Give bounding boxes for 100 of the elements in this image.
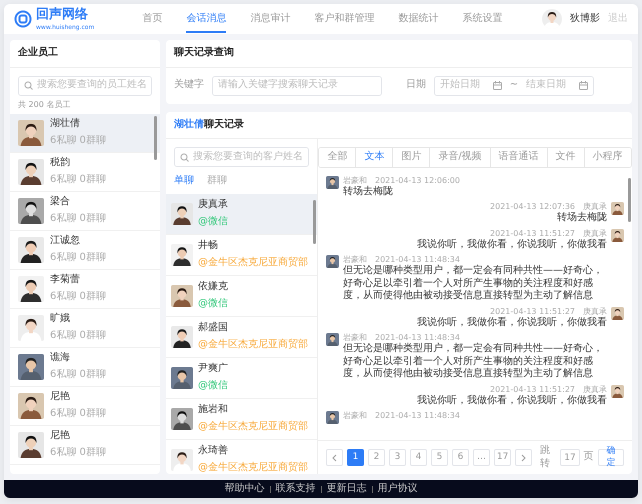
message-text: 我说你听，我做你看，你说我听，你做我看	[417, 316, 607, 329]
scrollbar-thumb[interactable]	[628, 178, 631, 222]
sender-name: 岩豪和	[343, 176, 367, 186]
employee-name: 梁合	[50, 196, 71, 208]
message-time: 2021-04-13 11:51:27	[490, 228, 575, 238]
customer-name: 依嫌克	[198, 281, 228, 294]
employee-item[interactable]: 旷娥 6私聊 0群聊	[10, 308, 160, 348]
page-button[interactable]: …	[473, 449, 490, 466]
page-button[interactable]: 5	[431, 449, 448, 466]
sender-name: 岩豪和	[343, 255, 367, 265]
page-button[interactable]: 2	[368, 449, 385, 466]
sender-name: 岩豪和	[343, 411, 367, 421]
user-name: 狄博影	[570, 12, 600, 26]
message-text: 转场去梅陇	[343, 186, 394, 198]
date-input[interactable]: 开始日期	[440, 79, 489, 92]
employee-item[interactable]: 谯海 6私聊 0群聊	[10, 348, 160, 386]
nav-tab[interactable]: 首页	[142, 4, 162, 34]
logo-icon	[14, 10, 32, 28]
page-button[interactable]: 4	[410, 449, 427, 466]
customer-tag: @金牛区杰克尼亚商贸部	[198, 256, 308, 269]
customer-item[interactable]: 郝盛国 @金牛区杰克尼亚商贸部	[166, 316, 317, 358]
employee-item[interactable]: 江诚忽 6私聊 0群聊	[10, 230, 160, 270]
panel-title: 聊天记录查询	[166, 40, 632, 68]
next-page-button[interactable]	[515, 449, 532, 466]
employee-name: 江诚忽	[50, 235, 81, 248]
date-input[interactable]: 结束日期	[526, 79, 575, 92]
page-button[interactable]: 17	[494, 449, 512, 466]
page-button[interactable]: 6	[452, 449, 469, 466]
customer-tag: @微信	[198, 298, 228, 310]
chat-type-tab[interactable]: 单聊	[174, 175, 199, 190]
employee-name: 湖壮倩	[50, 118, 81, 130]
customer-tag: @微信	[198, 380, 228, 392]
message-text: 但无论是哪种类型用户，都一定会有同种共性——好奇心，好奇心足以牵引着一个人对所产生事物的关注程度和好感度，从而使得他由被动接受信息直接转型为主动了解信息	[343, 265, 604, 302]
previous-page-button[interactable]	[326, 449, 343, 466]
message-text: 我说你听，我做你看，你说我听，你做我看	[417, 394, 607, 407]
employee-stats: 6私聊 0群聊	[50, 174, 106, 186]
employee-name: 李菊蕾	[50, 274, 81, 286]
jump-label: 跳转	[540, 445, 552, 470]
sender-name: 庚真承	[583, 228, 607, 238]
panel-title: 企业员工	[10, 40, 160, 68]
page-unit-label: 页	[584, 451, 594, 464]
date-label: 日期	[406, 79, 426, 92]
footer-link[interactable]: 帮助中心	[224, 484, 264, 494]
message-text: 转场去梅陇	[557, 212, 607, 224]
employee-item[interactable]: 税韵 6私聊 0群聊	[10, 152, 160, 192]
search-icon	[180, 152, 189, 162]
scrollbar-thumb[interactable]	[154, 116, 157, 160]
range-separator: ~	[508, 79, 520, 92]
keyword-label: 关键字	[174, 79, 204, 92]
chat-type-tab[interactable]: 群聊	[207, 175, 232, 190]
message-time: 2021-04-13 11:48:34	[375, 255, 460, 264]
sender-name: 岩豪和	[343, 333, 367, 343]
panel-title: 湖壮倩聊天记录	[166, 112, 632, 139]
customer-item[interactable]: 施岩和 @金牛区杰克尼亚商贸部	[166, 398, 317, 440]
employee-item[interactable]: 湖壮倩 6私聊 0群聊	[10, 114, 160, 152]
search-icon	[24, 81, 33, 90]
employee-item[interactable]: 李菊蕾 6私聊 0群聊	[10, 270, 160, 308]
page-button[interactable]: 1	[347, 449, 364, 466]
message-type-tab[interactable]: 全部	[319, 148, 356, 166]
employee-name: 旷娥	[50, 313, 71, 326]
employee-name: 尼艳	[50, 430, 71, 442]
logo-name: 回声网络	[36, 8, 89, 20]
nav-tab[interactable]: 客户和群管理	[314, 4, 374, 34]
employee-item[interactable]: 梁合 6私聊 0群聊	[10, 192, 160, 230]
nav-tab[interactable]: 数据统计	[398, 4, 438, 34]
footer-link[interactable]: 用户协议	[378, 484, 418, 494]
customer-item[interactable]: 井畅 @金牛区杰克尼亚商贸部	[166, 234, 317, 276]
chevron-left-icon	[332, 454, 337, 462]
customer-item[interactable]: 依嫌克 @微信	[166, 276, 317, 316]
customer-tag: @微信	[198, 216, 228, 228]
page-input[interactable]: 17	[560, 449, 580, 466]
employee-name: 尼艳	[50, 391, 71, 404]
nav-tab[interactable]: 会话消息	[186, 4, 226, 34]
customer-item[interactable]: 庚真承 @微信	[166, 194, 317, 234]
date-range-field[interactable]: 开始日期 ~ 结束日期	[434, 76, 594, 96]
message-time: 2021-04-13 11:51:27	[490, 306, 575, 316]
employee-stats: 6私聊 0群聊	[50, 134, 106, 147]
scrollbar-thumb[interactable]	[313, 200, 316, 244]
search-field[interactable]: 搜索您要查询的员工姓名	[18, 76, 152, 96]
employee-name: 税韵	[50, 157, 71, 170]
customer-tag: @金牛区杰克尼亚商贸部	[198, 420, 308, 433]
customer-item[interactable]: 尹爽广 @微信	[166, 358, 317, 398]
footer-link[interactable]: 联系支持	[276, 484, 316, 494]
page-button[interactable]: 3	[389, 449, 406, 466]
message-time: 2021-04-13 12:07:36	[490, 202, 575, 212]
customer-tag: @金牛区杰克尼亚商贸部	[198, 338, 308, 351]
message-text: 但无论是哪种类型用户，都一定会有同种共性——好奇心，好奇心足以牵引着一个人对所产生事物的关注程度和好感度，从而使得他由被动接受信息直接转型为主动了解信息	[343, 343, 604, 380]
customer-name: 郝盛国	[198, 322, 229, 334]
footer-link[interactable]: 更新日志	[326, 484, 366, 494]
employee-stats: 6私聊 0群聊	[50, 330, 106, 342]
calendar-icon	[492, 81, 502, 90]
employee-item[interactable]: 尼艳 6私聊 0群聊	[10, 386, 160, 426]
nav-tab[interactable]: 消息审计	[250, 4, 290, 34]
customer-name: 施岩和	[198, 404, 229, 416]
customer-name: 尹爽广	[198, 363, 228, 376]
employee-item[interactable]: 尼艳 6私聊 0群聊	[10, 426, 160, 464]
customer-name: 永琦善	[198, 445, 229, 458]
nav-tab[interactable]: 系统设置	[462, 4, 502, 34]
message-text: 我说你听，我做你看，你说我听，你做我看	[417, 238, 607, 251]
employee-name: 谯海	[50, 352, 71, 364]
